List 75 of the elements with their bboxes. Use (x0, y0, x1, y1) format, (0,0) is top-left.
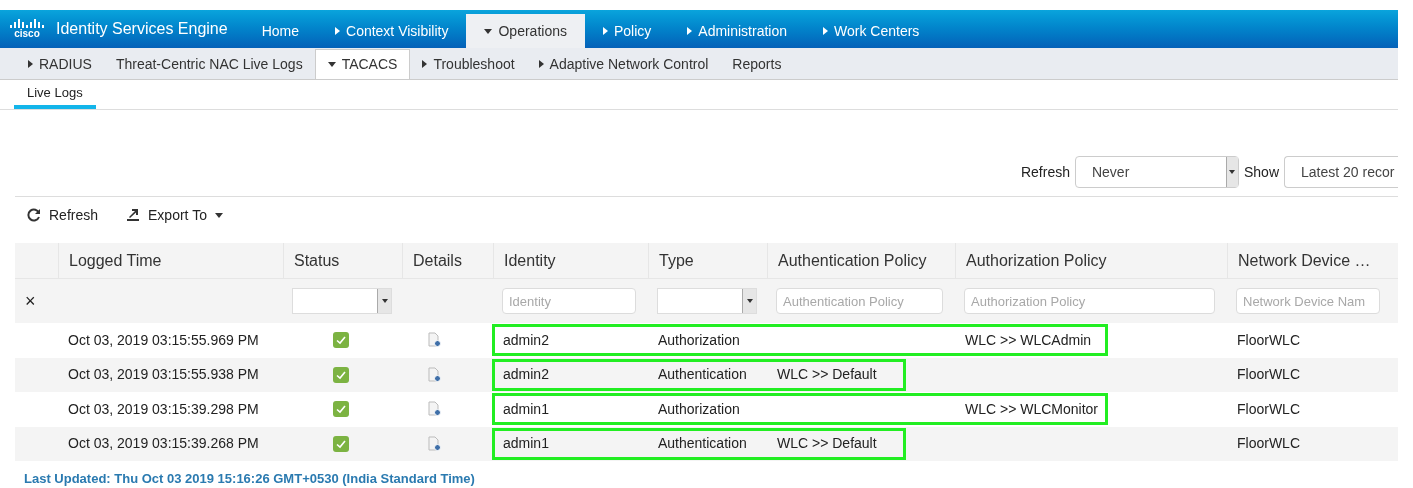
subnav-tab[interactable]: Adaptive Network Control (526, 49, 721, 79)
caret-right-icon (28, 60, 33, 68)
authentication-policy-cell-text: WLC >> Default (776, 365, 878, 385)
export-icon (126, 208, 141, 222)
caret-down-icon (746, 299, 753, 303)
logged-time-cell-text: Oct 03, 2019 03:15:39.268 PM (67, 434, 260, 454)
refresh-label: Refresh (1020, 162, 1070, 182)
network-device-cell-text: FloorWLC (1236, 330, 1301, 350)
logged-time-cell-text: Oct 03, 2019 03:15:55.969 PM (67, 330, 260, 350)
refresh-button[interactable]: Refresh (27, 204, 99, 226)
filter-field[interactable]: Identity (502, 288, 636, 314)
document-magnifier-icon[interactable] (428, 332, 442, 349)
logged-time-cell-text: Oct 03, 2019 03:15:39.298 PM (67, 399, 260, 419)
subnav-tab[interactable]: Threat-Centric NAC Live Logs (103, 49, 315, 79)
authentication-policy-cell-text: WLC >> Default (776, 434, 878, 454)
caret-right-icon (823, 27, 828, 35)
caret-down-icon (484, 28, 493, 34)
authorization-policy-cell-text: WLC >> WLCMonitor (964, 399, 1100, 419)
type-cell-text: Authorization (657, 330, 741, 350)
show-label: Show (1243, 162, 1279, 182)
network-device-cell-text: FloorWLC (1236, 365, 1301, 385)
type-cell-text: Authentication (657, 365, 748, 385)
subnav-tab[interactable]: Reports (720, 49, 794, 79)
logo-bars-icon (10, 19, 44, 28)
identity-cell-text: admin2 (502, 330, 550, 350)
show-select[interactable]: Latest 20 recor (1284, 156, 1398, 188)
type-cell-text: Authorization (657, 399, 741, 419)
authorization-policy-cell-text: WLC >> WLCAdmin (964, 330, 1093, 350)
logged-time-cell-text: Oct 03, 2019 03:15:55.938 PM (67, 365, 260, 385)
subnav-tab[interactable]: RADIUS (16, 49, 104, 79)
caret-right-icon (422, 60, 428, 68)
identity-cell-text: admin2 (502, 365, 550, 385)
export-button[interactable]: Export To (126, 204, 223, 226)
column-header[interactable]: Details (413, 248, 462, 273)
column-header[interactable]: Network Device … (1238, 248, 1371, 273)
filter-field[interactable]: Network Device Nam (1236, 288, 1380, 314)
nav-tab[interactable]: Work Centers (805, 14, 938, 48)
subnav-tab[interactable]: TACACS (314, 49, 411, 79)
document-magnifier-icon[interactable] (428, 435, 442, 452)
column-header[interactable]: Status (294, 248, 340, 273)
caret-right-icon (538, 60, 544, 68)
caret-down-icon (381, 299, 388, 303)
page-tab[interactable]: Live Logs (14, 80, 96, 109)
type-cell-text: Authentication (657, 434, 748, 454)
subnav-tab[interactable]: Troubleshoot (410, 49, 527, 79)
column-header[interactable]: Logged Time (69, 248, 162, 273)
caret-down-icon (214, 212, 223, 218)
last-updated-text: Last Updated: Thu Oct 03 2019 15:16:26 GMT+0530 (India Standard Time) (23, 470, 476, 488)
product-title: Identity Services Engine (56, 19, 228, 39)
identity-cell-text: admin1 (502, 399, 550, 419)
filter-field[interactable]: Authentication Policy (776, 288, 943, 314)
caret-right-icon (687, 27, 693, 35)
caret-down-icon (1229, 170, 1236, 174)
caret-right-icon (335, 27, 340, 35)
nav-tab[interactable]: Home (243, 14, 317, 48)
clear-filter-icon[interactable]: × (15, 292, 58, 310)
nav-tab[interactable]: Context Visibility (317, 14, 467, 48)
document-magnifier-icon[interactable] (428, 366, 442, 383)
logo-text: cisco (14, 28, 40, 39)
caret-down-icon (327, 62, 336, 67)
identity-cell-text: admin1 (502, 434, 550, 454)
column-header[interactable]: Type (659, 248, 694, 273)
column-header[interactable]: Identity (504, 248, 556, 273)
column-header[interactable]: Authentication Policy (778, 248, 927, 273)
nav-tab[interactable]: Administration (669, 14, 805, 48)
filter-field[interactable]: Authorization Policy (964, 288, 1215, 314)
network-device-cell-text: FloorWLC (1236, 399, 1301, 419)
network-device-cell-text: FloorWLC (1236, 434, 1301, 454)
caret-right-icon (602, 27, 608, 35)
refresh-select[interactable]: Never (1074, 156, 1239, 188)
nav-tab[interactable]: Policy (584, 14, 670, 48)
refresh-icon (27, 208, 41, 222)
nav-tab[interactable]: Operations (466, 14, 585, 48)
document-magnifier-icon[interactable] (428, 401, 442, 418)
column-header[interactable]: Authorization Policy (966, 248, 1107, 273)
